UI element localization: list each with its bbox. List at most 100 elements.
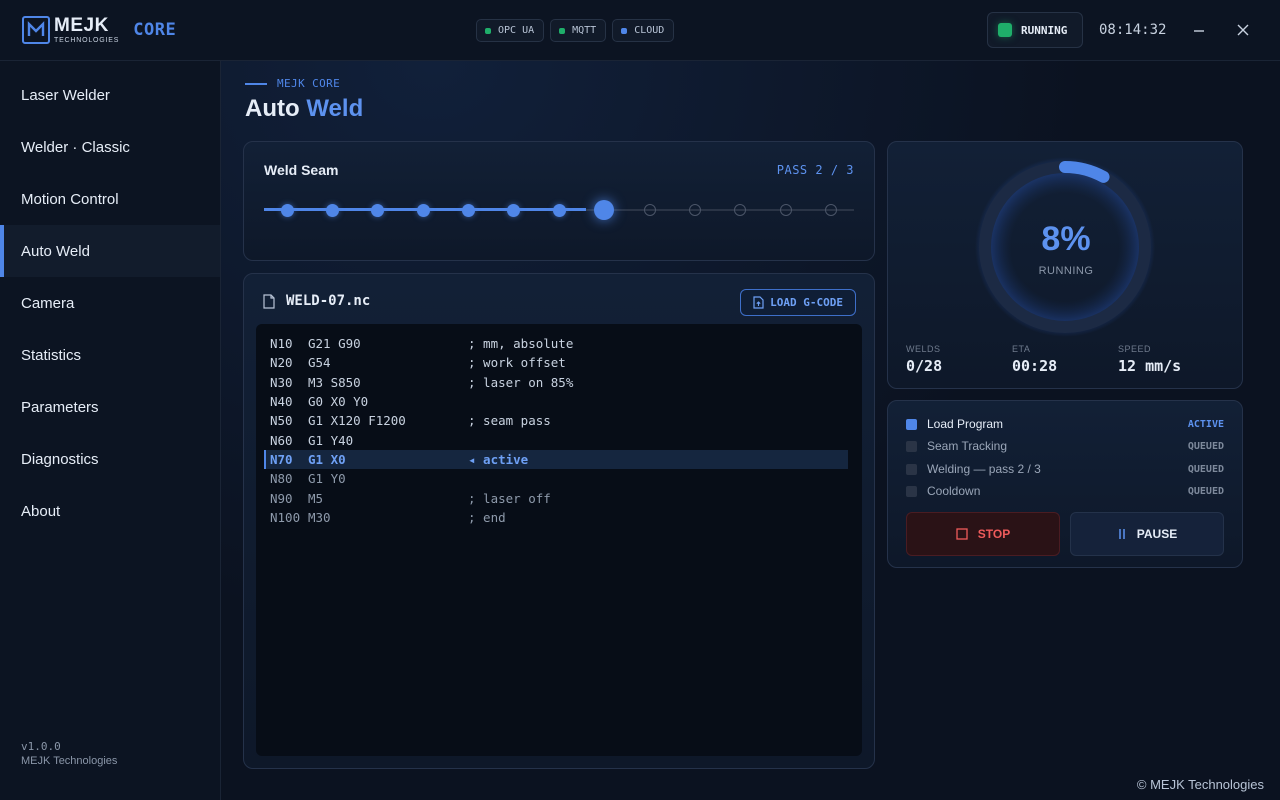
line-comment: ; seam pass	[468, 413, 551, 429]
step-name: Welding — pass 2 / 3	[927, 462, 1041, 476]
sidebar-item-label: Welder · Classic	[21, 138, 130, 156]
sidebar-item-parameters[interactable]: Parameters	[0, 381, 220, 433]
stat-key: SPEED	[1118, 344, 1152, 354]
stop-icon	[956, 528, 968, 540]
stop-button[interactable]: STOP	[906, 512, 1060, 556]
seam-point-pending	[689, 204, 701, 216]
logo-subtitle: TECHNOLOGIES	[54, 37, 120, 44]
code-line: N60 G1 Y40	[264, 430, 848, 449]
line-comment: ; laser on 85%	[468, 374, 574, 390]
line-command: M30	[308, 509, 331, 525]
chip-cloud: CLOUD	[612, 19, 675, 42]
line-number: N70	[270, 451, 293, 467]
load-gcode-button[interactable]: LOAD G-CODE	[740, 289, 856, 316]
line-comment: ; mm, absolute	[468, 336, 574, 352]
weld-seam-card: Weld Seam PASS 2 / 3	[243, 141, 875, 261]
minimize-button[interactable]	[1187, 18, 1211, 42]
code-line: N10 G21 G90 ; mm, absolute	[264, 334, 848, 353]
code-line: N50 G1 X120 F1200 ; seam pass	[264, 411, 848, 430]
sidebar-item-label: Auto Weld	[21, 242, 90, 260]
program-file-name: WELD-07.nc	[286, 293, 371, 309]
code-line: N30 M3 S850 ; laser on 85%	[264, 373, 848, 392]
sidebar-item-label: Camera	[21, 294, 75, 312]
sidebar-item-camera[interactable]: Camera	[0, 277, 220, 329]
sidebar-item-statistics[interactable]: Statistics	[0, 329, 220, 381]
line-number: N60	[270, 432, 293, 448]
step-state: QUEUED	[1187, 440, 1224, 452]
line-number: N90	[270, 490, 293, 506]
step-indicator-icon	[906, 463, 917, 475]
status-dot-icon	[621, 27, 628, 34]
status-led-icon	[998, 23, 1012, 37]
status-dot-icon	[485, 27, 491, 34]
seam-point-pending	[643, 204, 656, 216]
code-line-active: N70 G1 X0 ◂ active	[264, 449, 848, 470]
seam-point-done	[371, 203, 385, 217]
breadcrumb: MEJK CORE	[245, 77, 340, 90]
load-file-icon	[753, 296, 764, 309]
stat-welds: WELDS 0/28	[906, 344, 942, 375]
step-cooldown: Cooldown QUEUED	[906, 483, 1224, 499]
line-command: G1 X0	[308, 451, 346, 467]
sidebar-item-about[interactable]: About	[0, 485, 220, 537]
line-command: G1 Y0	[308, 471, 346, 487]
seam-point-done	[552, 203, 566, 217]
code-line: N80 G1 Y0	[264, 469, 848, 488]
step-name: Load Program	[927, 417, 1004, 431]
sidebar-item-laser-welder[interactable]: Laser Welder	[0, 69, 220, 121]
sidebar-item-label: Parameters	[21, 398, 99, 416]
sidebar-item-welder-classic[interactable]: Welder · Classic	[0, 121, 220, 173]
sidebar-item-label: Statistics	[21, 346, 82, 364]
sidebar-item-diagnostics[interactable]: Diagnostics	[0, 433, 220, 485]
seam-point-done	[461, 203, 475, 217]
progress-percent: 8%	[1041, 220, 1091, 258]
machine-status: RUNNING	[987, 12, 1083, 48]
step-seam-tracking: Seam Tracking QUEUED	[906, 438, 1224, 454]
step-load-program: Load Program ACTIVE	[906, 416, 1224, 432]
step-indicator-icon	[906, 485, 917, 497]
sidebar-item-motion-control[interactable]: Motion Control	[0, 173, 220, 225]
pause-icon	[1119, 529, 1125, 539]
step-name: Cooldown	[927, 484, 981, 498]
line-number: N10	[270, 336, 293, 352]
close-button[interactable]	[1231, 18, 1255, 42]
chip-mqtt: MQTT	[550, 19, 607, 42]
sidebar-item-auto-weld[interactable]: Auto Weld	[0, 225, 220, 277]
step-state: QUEUED	[1187, 485, 1224, 497]
step-indicator-icon	[906, 418, 917, 430]
seam-point-current	[594, 200, 615, 220]
page-title-accent: Weld	[306, 95, 364, 122]
close-icon	[1237, 24, 1249, 36]
stat-value: 00:28	[1012, 357, 1058, 375]
sidebar-item-label: Laser Welder	[21, 86, 110, 104]
sidebar: Laser Welder Welder · Classic Motion Con…	[0, 61, 221, 800]
logo: MEJK TECHNOLOGIES CORE	[22, 16, 176, 44]
sidebar-item-label: Motion Control	[21, 190, 119, 208]
sequence-card: Load Program ACTIVE Seam Tracking QUEUED…	[887, 400, 1243, 568]
step-welding: Welding — pass 2 / 3 QUEUED	[906, 461, 1224, 477]
progress-state: RUNNING	[1038, 265, 1094, 277]
stat-key: ETA	[1012, 344, 1031, 354]
progress-card: 8% RUNNING WELDS 0/28 ETA 00:28 SPEED 12…	[887, 141, 1243, 389]
sidebar-item-label: Diagnostics	[21, 450, 99, 468]
seam-point-pending	[825, 204, 837, 216]
seam-point-done	[280, 203, 294, 217]
line-command: M3 S850	[308, 374, 361, 390]
status-dot-icon	[559, 27, 566, 34]
step-name: Seam Tracking	[927, 439, 1008, 453]
line-command: G0 X0 Y0	[308, 394, 369, 410]
minimize-icon	[1194, 30, 1204, 32]
footer-copyright: © MEJK Technologies	[1136, 777, 1264, 792]
step-state: ACTIVE	[1187, 418, 1224, 430]
seam-point-done	[325, 203, 339, 217]
line-number: N30	[270, 374, 293, 390]
breadcrumb-line	[245, 82, 267, 85]
main-content: MEJK CORE Auto Weld Weld Seam PASS 2 / 3…	[221, 61, 1280, 800]
logo-mark-icon	[22, 16, 50, 44]
pause-button[interactable]: PAUSE	[1070, 512, 1224, 556]
page-title: Auto Weld	[245, 95, 363, 123]
stat-eta: ETA 00:28	[1012, 344, 1057, 375]
stat-speed: SPEED 12 mm/s	[1118, 344, 1181, 375]
top-bar: MEJK TECHNOLOGIES CORE OPC UA MQTT CLOUD…	[0, 0, 1280, 61]
chip-label: MQTT	[572, 25, 597, 36]
